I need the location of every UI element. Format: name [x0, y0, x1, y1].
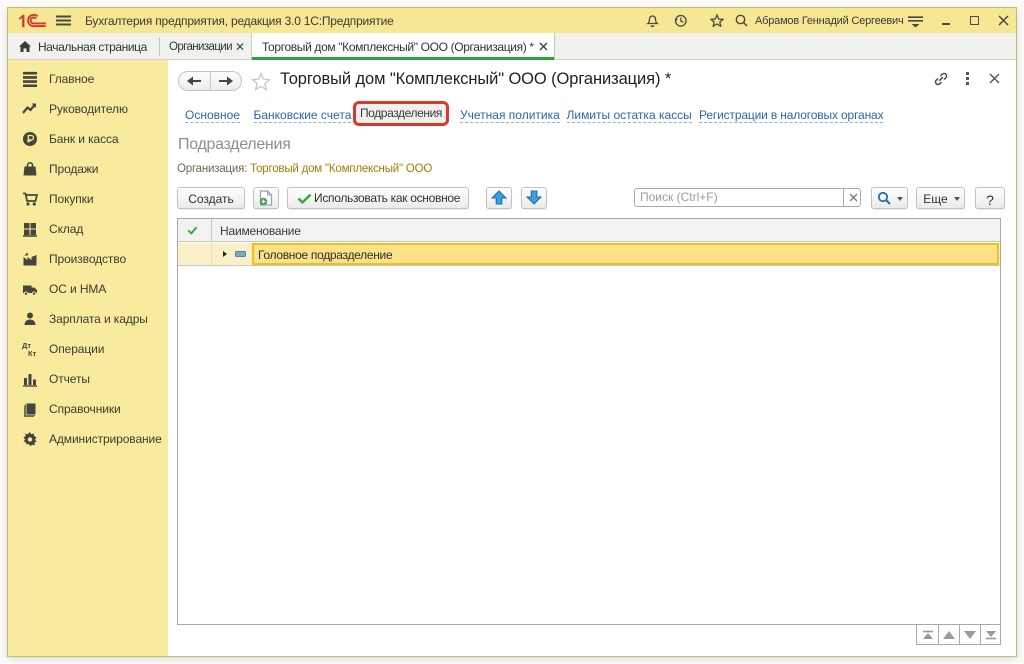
- svg-text:Кт: Кт: [28, 349, 37, 357]
